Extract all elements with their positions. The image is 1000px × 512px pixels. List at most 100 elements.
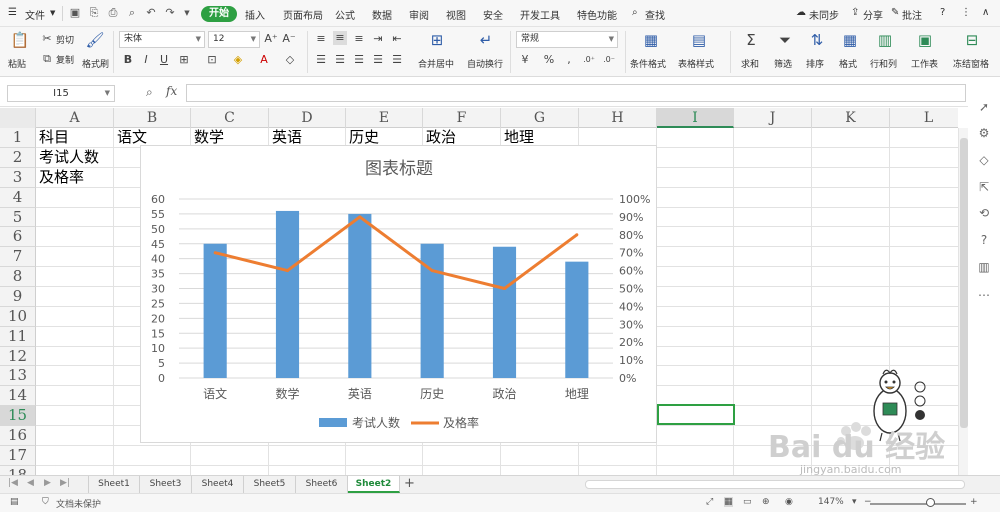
normal-view-icon[interactable]: ▦ <box>724 497 733 507</box>
eye-protection-icon[interactable]: ◉ <box>785 497 793 507</box>
row-header-16[interactable]: 16 <box>0 426 36 446</box>
row-header-14[interactable]: 14 <box>0 386 36 406</box>
select-all-corner[interactable] <box>0 108 36 128</box>
row-header-5[interactable]: 5 <box>0 208 36 227</box>
format-icon[interactable]: ▦ <box>839 31 861 49</box>
search-icon[interactable]: ⌕ <box>632 7 638 18</box>
cloud-icon[interactable]: ☁ <box>796 7 806 18</box>
sum-button[interactable]: 求和 <box>741 57 759 70</box>
fullscreen-icon[interactable]: ⤢ <box>706 497 713 507</box>
filter-icon[interactable]: ⏷ <box>774 31 796 49</box>
sheet-tab-sheet3[interactable]: Sheet3 <box>140 476 192 493</box>
row-column-icon[interactable]: ▥ <box>874 31 896 49</box>
zoom-slider-handle[interactable] <box>926 498 935 507</box>
indent-icon[interactable]: ⇥ <box>371 32 385 46</box>
share-icon[interactable]: ⇪ <box>851 7 859 18</box>
column-header-f[interactable]: F <box>423 108 501 128</box>
table-style-icon[interactable]: ▤ <box>688 31 710 49</box>
worksheet-icon[interactable]: ▣ <box>914 31 936 49</box>
align-middle-icon[interactable]: ≡ <box>333 31 347 45</box>
redo-icon[interactable]: ↷ <box>163 6 177 20</box>
currency-icon[interactable]: ¥ <box>518 53 532 67</box>
wrap-text-button[interactable]: 自动换行 <box>467 57 503 70</box>
zoom-in-icon[interactable]: + <box>970 497 978 507</box>
justify-icon[interactable]: ☰ <box>371 53 385 67</box>
chart-title[interactable]: 图表标题 <box>365 159 433 179</box>
increase-font-icon[interactable]: A⁺ <box>264 32 278 46</box>
protect-status[interactable]: 文档未保护 <box>56 497 101 510</box>
row-header-7[interactable]: 7 <box>0 247 36 267</box>
decrease-font-icon[interactable]: A⁻ <box>282 32 296 46</box>
percent-button[interactable]: % <box>542 53 556 67</box>
paste-icon[interactable]: 📋 <box>9 31 31 49</box>
row-header-13[interactable]: 13 <box>0 366 36 386</box>
merge-icon[interactable]: ⊡ <box>205 53 219 67</box>
zoom-level[interactable]: 147% <box>818 497 844 507</box>
row-header-3[interactable]: 3 <box>0 168 36 188</box>
tab-insert[interactable]: 插入 <box>245 7 265 22</box>
next-sheet-icon[interactable]: ▶ <box>44 478 51 488</box>
cut-button[interactable]: 剪切 <box>56 33 74 46</box>
print-preview-icon[interactable]: ⌕ <box>125 6 139 20</box>
undo-icon[interactable]: ↶ <box>144 6 158 20</box>
prev-sheet-icon[interactable]: ◀ <box>27 478 34 488</box>
search-button[interactable]: 查找 <box>645 7 665 22</box>
tab-features[interactable]: 特色功能 <box>577 7 617 22</box>
eraser-icon[interactable]: ◇ <box>283 53 297 67</box>
merge-center-button[interactable]: 合并居中 <box>418 57 454 70</box>
zoom-formula-icon[interactable]: ⌕ <box>146 85 153 100</box>
decrease-decimal-icon[interactable]: .0⁻ <box>602 53 616 67</box>
row-header-17[interactable]: 17 <box>0 446 36 466</box>
cursor-icon[interactable]: ➚ <box>977 100 991 114</box>
help-icon[interactable]: ? <box>940 7 945 18</box>
chevron-down-icon[interactable]: ▾ <box>852 497 857 507</box>
cell-a3[interactable]: 及格率 <box>39 168 84 187</box>
column-header-c[interactable]: C <box>191 108 269 128</box>
save-icon[interactable]: ▣ <box>68 6 82 20</box>
fx-button[interactable]: fx <box>166 84 177 98</box>
format-painter-button[interactable]: 格式刷 <box>82 57 109 70</box>
macro-icon[interactable]: ▤ <box>10 497 19 507</box>
freeze-panes-button[interactable]: 冻结窗格 <box>953 57 989 70</box>
fill-color-icon[interactable]: ◈ <box>231 53 245 67</box>
column-header-k[interactable]: K <box>812 108 890 128</box>
print-icon[interactable]: ⎙ <box>106 6 120 20</box>
share-out-icon[interactable]: ⇱ <box>977 180 991 194</box>
row-header-4[interactable]: 4 <box>0 188 36 208</box>
hamburger-icon[interactable]: ☰ <box>8 7 17 18</box>
help-icon[interactable]: ? <box>977 233 991 247</box>
thousands-icon[interactable]: , <box>562 53 576 67</box>
sheet-tab-sheet1[interactable]: Sheet1 <box>88 476 140 493</box>
merge-center-icon[interactable]: ⊞ <box>426 31 448 49</box>
bold-icon[interactable]: B <box>121 53 135 67</box>
tab-data[interactable]: 数据 <box>372 7 392 22</box>
shape-icon[interactable]: ◇ <box>977 153 991 167</box>
name-box[interactable]: I15 ▼ <box>7 85 115 102</box>
column-header-b[interactable]: B <box>114 108 191 128</box>
comment-icon[interactable]: ✎ <box>891 7 899 18</box>
export-icon[interactable]: ⎘ <box>87 6 101 20</box>
row-header-8[interactable]: 8 <box>0 267 36 287</box>
column-header-h[interactable]: H <box>579 108 657 128</box>
tab-page-layout[interactable]: 页面布局 <box>283 7 323 22</box>
row-header-1[interactable]: 1 <box>0 128 36 148</box>
align-right-icon[interactable]: ☰ <box>352 53 366 67</box>
add-sheet-button[interactable]: + <box>404 476 415 491</box>
conditional-format-button[interactable]: 条件格式 <box>630 57 666 70</box>
column-header-l[interactable]: L <box>890 108 958 128</box>
freeze-panes-icon[interactable]: ⊟ <box>961 31 983 49</box>
column-header-j[interactable]: J <box>734 108 812 128</box>
format-button[interactable]: 格式 <box>839 57 857 70</box>
sheet-tab-sheet5[interactable]: Sheet5 <box>244 476 296 493</box>
sync-status[interactable]: 未同步 <box>809 7 839 22</box>
zoom-out-icon[interactable]: − <box>864 497 872 507</box>
italic-icon[interactable]: I <box>139 53 153 67</box>
align-left-icon[interactable]: ☰ <box>314 53 328 67</box>
filter-button[interactable]: 筛选 <box>774 57 792 70</box>
table-style-button[interactable]: 表格样式 <box>678 57 714 70</box>
cell-a2[interactable]: 考试人数 <box>39 148 99 167</box>
row-header-11[interactable]: 11 <box>0 327 36 347</box>
sheet-tab-sheet4[interactable]: Sheet4 <box>192 476 244 493</box>
column-header-i[interactable]: I <box>657 108 734 128</box>
tab-security[interactable]: 安全 <box>483 7 503 22</box>
